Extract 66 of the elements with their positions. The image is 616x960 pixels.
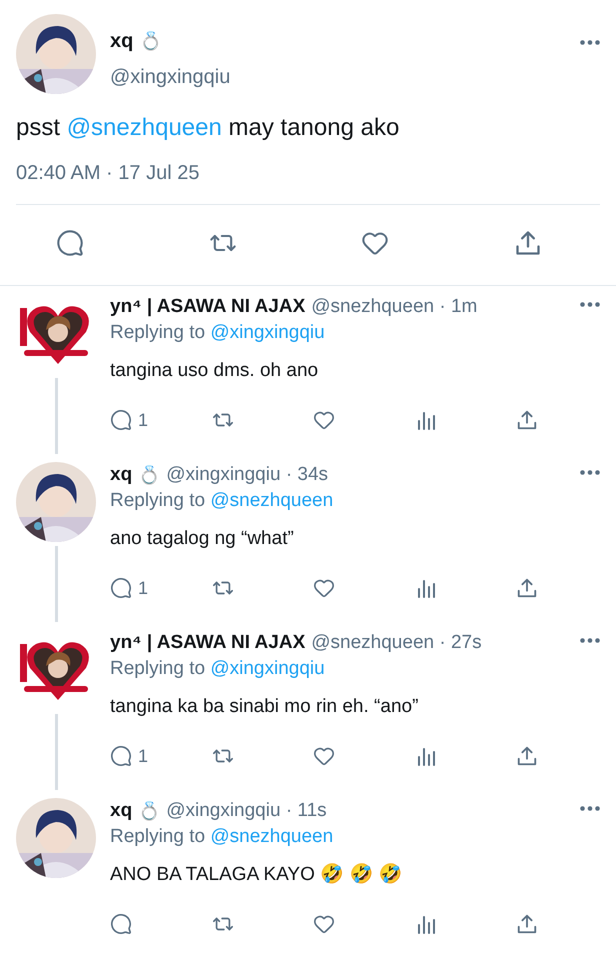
mention-link[interactable]: @xingxingqiu	[210, 322, 325, 343]
comment-icon	[56, 229, 84, 257]
like-button[interactable]	[313, 745, 335, 767]
comment-icon	[110, 745, 132, 767]
reply-button[interactable]	[110, 913, 132, 935]
tweet-text: psst @snezhqueen may tanong ako	[16, 113, 400, 143]
like-button[interactable]	[313, 409, 335, 431]
ring-emoji: 💍	[139, 30, 162, 53]
timestamp: 02:40 AM · 17 Jul 25	[16, 161, 200, 186]
share-button[interactable]	[516, 409, 538, 431]
heart-icon	[313, 913, 335, 935]
replying-to-text: Replying to @xingxingqiu	[110, 657, 326, 681]
share-button[interactable]	[516, 745, 538, 767]
username: @xingxingqiu	[110, 65, 232, 90]
reply-button[interactable]: 1	[110, 577, 148, 599]
mention-link[interactable]: @snezhqueen	[66, 114, 222, 141]
display-name: xq	[110, 799, 132, 823]
share-icon	[516, 577, 538, 599]
replying-to-text: Replying to @xingxingqiu	[110, 321, 326, 345]
share-icon	[514, 229, 542, 257]
more-icon	[580, 638, 600, 642]
share-button[interactable]	[514, 229, 542, 257]
display-name: xq	[110, 29, 134, 54]
username-time: @snezhqueen · 27s	[311, 631, 483, 655]
ring-emoji: 💍	[138, 464, 160, 487]
more-icon	[580, 40, 600, 45]
share-icon	[516, 409, 538, 431]
replying-to-text: Replying to @snezhqueen	[110, 489, 334, 513]
more-icon	[580, 302, 600, 306]
more-button[interactable]	[580, 638, 600, 642]
display-name: yn⁴ | ASAWA NI AJAX	[110, 295, 306, 319]
comment-icon	[110, 409, 132, 431]
username-time: @xingxingqiu · 34s	[166, 463, 330, 487]
more-button[interactable]	[580, 806, 600, 810]
reply-text: ANO BA TALAGA KAYO 🤣 🤣 🤣	[110, 862, 404, 887]
reply-text: tangina ka ba sinabi mo rin eh. “ano”	[110, 695, 420, 719]
share-button[interactable]	[516, 913, 538, 935]
reply-text: tangina uso dms. oh ano	[110, 359, 320, 383]
ring-emoji: 💍	[138, 800, 160, 823]
more-button[interactable]	[580, 302, 600, 306]
username-time: @snezhqueen · 1m	[311, 295, 478, 319]
display-name: xq	[110, 463, 132, 487]
mention-link[interactable]: @xingxingqiu	[210, 658, 325, 679]
reply-button[interactable]: 1	[110, 745, 148, 767]
reply-text: ano tagalog ng “what”	[110, 527, 295, 551]
more-icon	[580, 806, 600, 810]
replying-to-text: Replying to @snezhqueen	[110, 825, 334, 849]
reply-button[interactable]: 1	[110, 409, 148, 431]
reply-button[interactable]	[56, 229, 84, 257]
mention-link[interactable]: @snezhqueen	[210, 826, 334, 847]
like-button[interactable]	[313, 577, 335, 599]
comment-icon	[110, 577, 132, 599]
share-icon	[516, 745, 538, 767]
comment-icon	[110, 913, 132, 935]
heart-icon	[313, 577, 335, 599]
username-time: @xingxingqiu · 11s	[166, 799, 328, 823]
heart-icon	[313, 409, 335, 431]
mention-link[interactable]: @snezhqueen	[210, 490, 334, 511]
share-icon	[516, 913, 538, 935]
heart-icon	[313, 745, 335, 767]
more-button[interactable]	[580, 40, 600, 45]
like-button[interactable]	[313, 913, 335, 935]
share-button[interactable]	[516, 577, 538, 599]
display-name: yn⁴ | ASAWA NI AJAX	[110, 631, 306, 655]
more-icon	[580, 470, 600, 474]
more-button[interactable]	[580, 470, 600, 474]
